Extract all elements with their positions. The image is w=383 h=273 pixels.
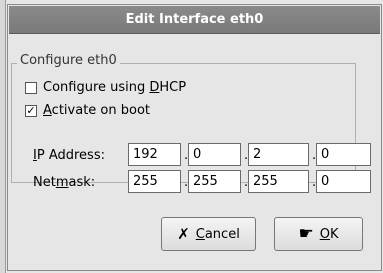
boot-label-part: ctivate on boot (51, 103, 150, 118)
cancel-label-mnemonic: C (195, 226, 205, 242)
boot-checkbox[interactable]: ✓ (25, 104, 37, 117)
dhcp-label: Configure using DHCP (43, 80, 186, 95)
dhcp-checkbox-row[interactable]: Configure using DHCP (25, 80, 186, 95)
background-window-edge (0, 0, 6, 273)
dialog-title: Edit Interface eth0 (9, 6, 380, 34)
cancel-icon: ✗ (177, 225, 190, 243)
boot-checkbox-row[interactable]: ✓ Activate on boot (25, 103, 150, 118)
netmask-label-part: Net (33, 175, 56, 190)
cancel-label: Cancel (196, 227, 240, 242)
ip-octet-2[interactable]: 0 (188, 143, 241, 166)
cancel-label-part: ancel (204, 226, 240, 242)
netmask-label: Netmask: (33, 175, 95, 190)
netmask-octet-3[interactable]: 255 (248, 170, 309, 193)
netmask-octet-1[interactable]: 255 (128, 170, 181, 193)
dhcp-label-mnemonic: D (149, 80, 160, 95)
dhcp-label-part: Configure using (43, 80, 150, 95)
ok-label-mnemonic: O (319, 226, 330, 242)
netmask-label-mnemonic: m (55, 175, 69, 190)
ip-octet-4[interactable]: 0 (316, 143, 371, 166)
ip-octet-1[interactable]: 192 (128, 143, 181, 166)
dhcp-checkbox[interactable] (25, 81, 37, 94)
ok-icon: ☛ (298, 224, 314, 244)
boot-label-mnemonic: A (43, 103, 52, 118)
boot-label: Activate on boot (43, 103, 150, 118)
ok-label: OK (320, 227, 339, 242)
netmask-octet-4[interactable]: 0 (316, 170, 371, 193)
netmask-octet-2[interactable]: 255 (188, 170, 241, 193)
ok-button[interactable]: ☛ OK (274, 217, 363, 251)
netmask-label-part: ask: (68, 175, 96, 190)
ip-label-part: P Address: (36, 148, 105, 163)
ip-octet-3[interactable]: 2 (248, 143, 309, 166)
dhcp-label-part: HCP (159, 80, 187, 95)
ip-address-label: IP Address: (33, 148, 105, 163)
cancel-button[interactable]: ✗ Cancel (161, 217, 256, 251)
ok-label-part: K (329, 226, 339, 242)
configure-group-title: Configure eth0 (17, 53, 120, 68)
